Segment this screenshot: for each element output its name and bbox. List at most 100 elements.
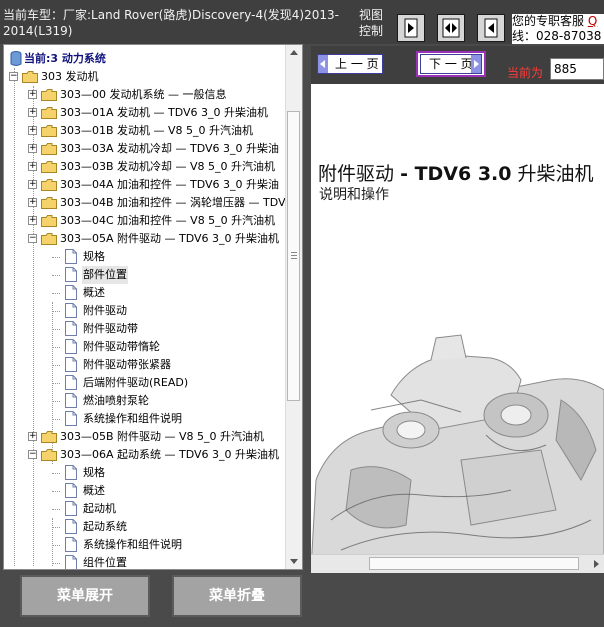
tree-item-label: 系统操作和组件说明 <box>83 412 182 425</box>
service-phone: 线：028-87038 <box>512 29 602 43</box>
expand-icon[interactable]: + <box>28 144 37 153</box>
tree-folder-item[interactable]: +303—01B 发动机 — V8 5_0 升汽油机 <box>4 122 286 140</box>
page-nav-bar: 上 一 页 下 一 页 当前为 <box>311 46 604 84</box>
tree-item-label: 附件驱动带惰轮 <box>83 340 160 353</box>
folder-icon <box>41 125 57 137</box>
next-page-button[interactable]: 下 一 页 <box>420 54 482 74</box>
folder-icon <box>41 107 57 119</box>
tree-folder-item[interactable]: +303—04B 加油和控件 — 涡轮增压器 — TDV <box>4 194 286 212</box>
tree-page-item[interactable]: 部件位置 <box>4 266 286 284</box>
tree-item-label: 303—01A 发动机 — TDV6 3_0 升柴油机 <box>60 106 269 119</box>
tree-scroll-thumb[interactable] <box>287 111 300 401</box>
page-icon <box>65 357 77 372</box>
tree-page-item[interactable]: 系统操作和组件说明 <box>4 536 286 554</box>
engine-illustration <box>311 334 604 570</box>
expand-icon[interactable]: + <box>28 108 37 117</box>
menu-collapse-button[interactable]: 菜单折叠 <box>172 575 302 617</box>
tree-page-item[interactable]: 附件驱动 <box>4 302 286 320</box>
document-viewer: 上 一 页 下 一 页 当前为 附件驱动 - TDV6 3.0 升柴油机 说明和… <box>311 46 604 573</box>
tree-folder-item[interactable]: +303—05B 附件驱动 — V8 5_0 升汽油机 <box>4 428 286 446</box>
scroll-down-icon[interactable] <box>286 553 302 569</box>
tree-page-item[interactable]: 规格 <box>4 464 286 482</box>
tree-root-label: 当前:3 动力系统 <box>24 52 106 65</box>
page-icon <box>65 303 77 318</box>
current-page-label: 当前为 <box>507 66 544 80</box>
document-title: 附件驱动 - TDV6 3.0 升柴油机 <box>318 159 594 186</box>
folder-icon <box>41 179 57 191</box>
tree-item-label: 附件驱动带 <box>83 322 138 335</box>
tree-item-label: 系统操作和组件说明 <box>83 538 182 551</box>
tree-folder-item[interactable]: − 303 发动机 <box>4 68 286 86</box>
view-control-label: 视图控制 <box>359 8 384 38</box>
view-left-panel-button[interactable] <box>397 14 425 42</box>
title-engine: - TDV6 3.0 <box>400 163 512 185</box>
document-hscroll-thumb[interactable] <box>369 557 579 570</box>
tree-scrollbar[interactable] <box>285 45 302 569</box>
arrow-left-icon <box>320 60 325 68</box>
tree-folder-item[interactable]: +303—04A 加油和控件 — TDV6 3_0 升柴油 <box>4 176 286 194</box>
tree-item-label: 起动系统 <box>83 520 127 533</box>
tree-folder-item[interactable]: +303—03B 发动机冷却 — V8 5_0 升汽油机 <box>4 158 286 176</box>
tree-page-item[interactable]: 起动机 <box>4 500 286 518</box>
tree-item-label: 303—01B 发动机 — V8 5_0 升汽油机 <box>60 124 254 137</box>
page-icon <box>65 267 77 282</box>
view-split-button[interactable] <box>437 14 465 42</box>
scroll-up-icon[interactable] <box>286 45 302 61</box>
service-link[interactable]: Q <box>588 14 597 28</box>
folder-icon <box>41 161 57 173</box>
page-icon <box>65 501 77 516</box>
page-icon <box>65 411 77 426</box>
database-icon <box>10 51 22 66</box>
tree-folder-item[interactable]: +303—00 发动机系统 — 一般信息 <box>4 86 286 104</box>
tree-page-item[interactable]: 起动系统 <box>4 518 286 536</box>
tree-page-item[interactable]: 后端附件驱动(READ) <box>4 374 286 392</box>
expand-icon[interactable]: + <box>28 162 37 171</box>
tree-folder-item[interactable]: − 303—05A 附件驱动 — TDV6 3_0 升柴油机 <box>4 230 286 248</box>
view-right-panel-button[interactable] <box>477 14 505 42</box>
tree-page-item[interactable]: 概述 <box>4 284 286 302</box>
expand-icon[interactable]: + <box>28 198 37 207</box>
folder-icon <box>41 215 57 227</box>
document-subtitle: 说明和操作 <box>319 187 389 203</box>
next-page-focus-ring: 下 一 页 <box>416 51 486 77</box>
folder-icon <box>41 233 57 245</box>
expand-icon[interactable]: + <box>28 432 37 441</box>
prev-page-button[interactable]: 上 一 页 <box>317 54 383 74</box>
current-page-input[interactable] <box>550 58 604 80</box>
collapse-icon[interactable]: − <box>9 72 18 81</box>
document-hscrollbar[interactable] <box>311 554 604 573</box>
tree-folder-item[interactable]: +303—03A 发动机冷却 — TDV6 3_0 升柴油 <box>4 140 286 158</box>
scroll-right-icon[interactable] <box>588 555 604 573</box>
tree-folder-item[interactable]: +303—04C 加油和控件 — V8 5_0 升汽油机 <box>4 212 286 230</box>
folder-icon <box>41 143 57 155</box>
tree-item-label: 规格 <box>83 250 105 263</box>
expand-icon[interactable]: + <box>28 126 37 135</box>
tree-item-label: 燃油喷射泵轮 <box>83 394 149 407</box>
tree-page-item[interactable]: 组件位置 <box>4 554 286 569</box>
tree-page-item[interactable]: 系统操作和组件说明 <box>4 410 286 428</box>
collapse-icon[interactable]: − <box>28 234 37 243</box>
next-page-label: 下 一 页 <box>429 57 473 71</box>
prev-page-label: 上 一 页 <box>335 57 379 71</box>
tree-folder-item[interactable]: +303—01A 发动机 — TDV6 3_0 升柴油机 <box>4 104 286 122</box>
top-header: 当前车型：厂家:Land Rover(路虎)Discovery-4(发现4)20… <box>0 0 604 44</box>
tree-page-item[interactable]: 燃油喷射泵轮 <box>4 392 286 410</box>
expand-icon[interactable]: + <box>28 90 37 99</box>
tree-item-label: 附件驱动带张紧器 <box>83 358 171 371</box>
tree-item-label: 303 发动机 <box>41 70 99 83</box>
collapse-icon[interactable]: − <box>28 450 37 459</box>
tree-folder-item[interactable]: − 303—06A 起动系统 — TDV6 3_0 升柴油机 <box>4 446 286 464</box>
tree-page-item[interactable]: 规格 <box>4 248 286 266</box>
page-icon <box>65 465 77 480</box>
arrow-right-icon <box>474 60 479 68</box>
expand-icon[interactable]: + <box>28 180 37 189</box>
tree-item-label: 303—05B 附件驱动 — V8 5_0 升汽油机 <box>60 430 265 443</box>
tree-page-item[interactable]: 概述 <box>4 482 286 500</box>
expand-icon[interactable]: + <box>28 216 37 225</box>
tree-item-label: 部件位置 <box>82 266 128 284</box>
tree-page-item[interactable]: 附件驱动带张紧器 <box>4 356 286 374</box>
tree-page-item[interactable]: 附件驱动带惰轮 <box>4 338 286 356</box>
menu-expand-button[interactable]: 菜单展开 <box>20 575 150 617</box>
tree-page-item[interactable]: 附件驱动带 <box>4 320 286 338</box>
page-icon <box>65 339 77 354</box>
